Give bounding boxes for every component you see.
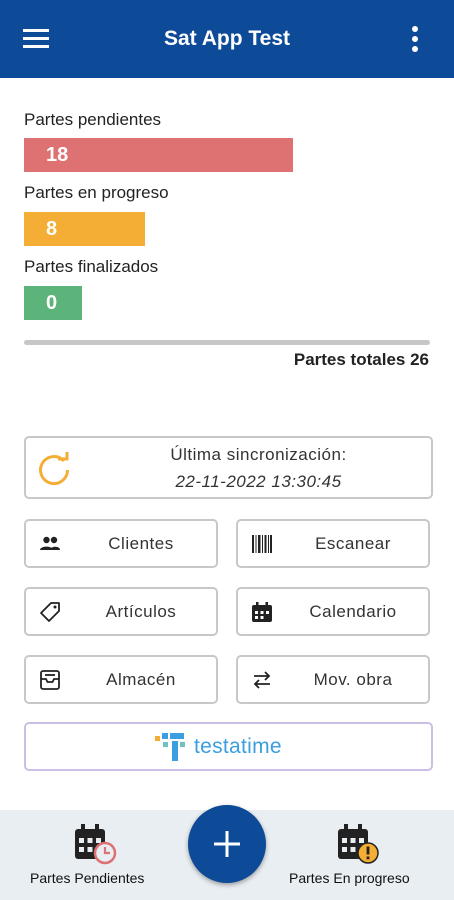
stat-label-en-progreso: Partes en progreso	[24, 183, 169, 202]
refresh-icon	[34, 450, 74, 490]
testatime-brand-text: testatime	[194, 735, 282, 758]
escanear-button[interactable]: Escanear	[236, 519, 430, 568]
nav-partes-pendientes-label: Partes Pendientes	[30, 870, 145, 886]
sync-datetime: 22-11-2022 13:30:45	[175, 472, 342, 491]
clientes-label: Clientes	[108, 534, 174, 553]
divider	[24, 340, 430, 345]
clientes-button[interactable]: Clientes	[24, 519, 218, 568]
calendario-label: Calendario	[309, 602, 397, 621]
inbox-icon	[38, 668, 62, 692]
barcode-icon	[250, 532, 274, 556]
nav-partes-en-progreso[interactable]: Partes En progreso	[285, 810, 435, 900]
app-bar: Sat App Test	[0, 0, 454, 78]
sync-button[interactable]: Última sincronización: 22-11-2022 13:30:…	[24, 436, 433, 499]
stat-bar-finalizados: 0	[24, 286, 82, 320]
more-vert-icon[interactable]	[404, 24, 426, 56]
stat-label-finalizados: Partes finalizados	[24, 257, 159, 276]
almacen-label: Almacén	[106, 670, 176, 689]
calendar-alert-icon	[335, 822, 381, 866]
calendar-clock-icon	[72, 822, 118, 866]
escanear-label: Escanear	[315, 534, 391, 553]
testatime-logo-icon	[154, 732, 188, 762]
stat-bar-pendientes: 18	[24, 138, 293, 172]
stat-bar-en-progreso: 8	[24, 212, 145, 246]
nav-partes-en-progreso-label: Partes En progreso	[289, 870, 410, 886]
calendario-button[interactable]: Calendario	[236, 587, 430, 636]
add-button[interactable]	[188, 805, 266, 883]
tag-icon	[38, 600, 62, 624]
nav-partes-pendientes[interactable]: Partes Pendientes	[20, 810, 170, 900]
testatime-button[interactable]: testatime	[24, 722, 433, 771]
articulos-label: Artículos	[105, 602, 177, 621]
stat-label-pendientes: Partes pendientes	[24, 110, 162, 129]
mov-obra-button[interactable]: Mov. obra	[236, 655, 430, 704]
sync-title: Última sincronización:	[170, 445, 347, 464]
mov-obra-label: Mov. obra	[313, 670, 393, 689]
app-title: Sat App Test	[163, 27, 290, 50]
total-count: Partes totales 26	[293, 350, 429, 369]
articulos-button[interactable]: Artículos	[24, 587, 218, 636]
almacen-button[interactable]: Almacén	[24, 655, 218, 704]
people-icon	[38, 532, 62, 556]
swap-arrows-icon	[250, 668, 274, 692]
calendar-icon	[250, 600, 274, 624]
